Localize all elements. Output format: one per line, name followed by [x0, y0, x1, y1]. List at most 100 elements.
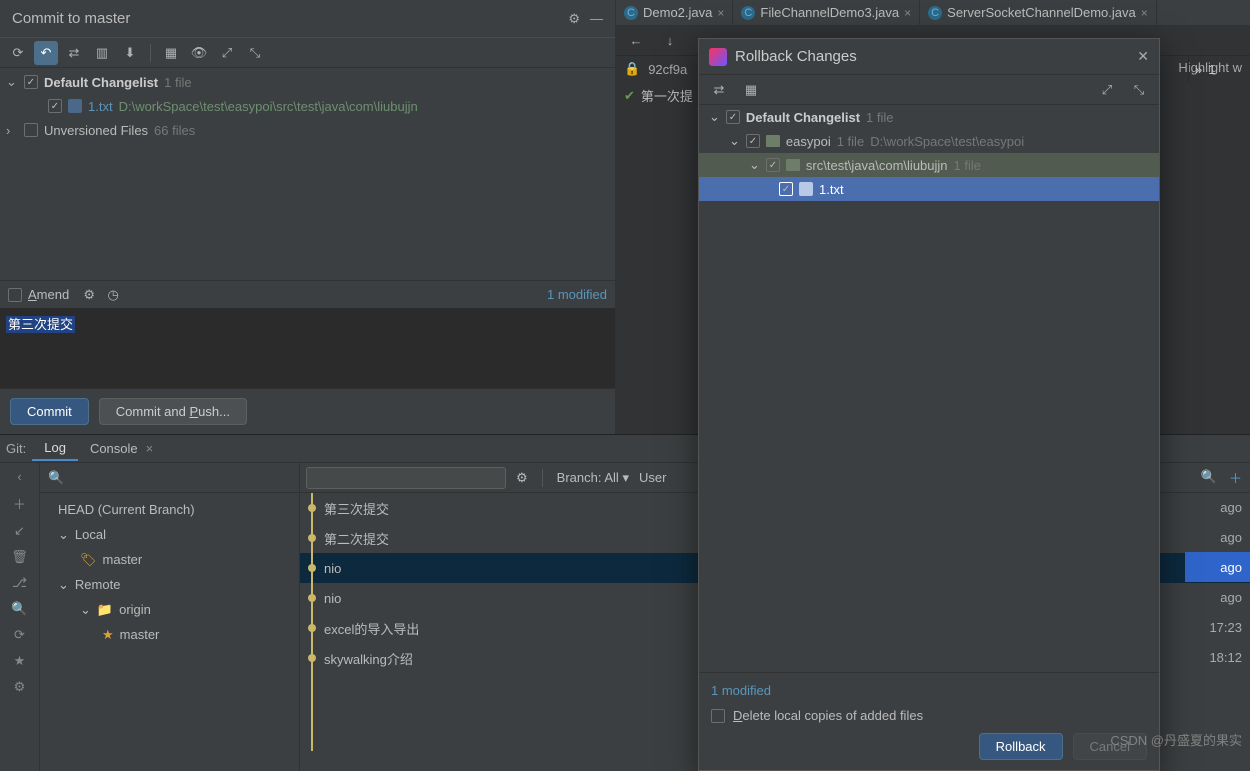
chevron-down-icon[interactable]: ⌄ — [749, 157, 760, 173]
gear-icon[interactable]: ⚙ — [14, 679, 26, 695]
tab-filechannel3[interactable]: CFileChannelDemo3.java× — [733, 0, 920, 25]
project-row[interactable]: ⌄ easypoi 1 file D:\workSpace\test\easyp… — [699, 129, 1159, 153]
refresh-icon[interactable]: ⟳ — [6, 41, 30, 65]
diff-icon[interactable]: ⇄ — [707, 78, 731, 102]
head-row[interactable]: HEAD (Current Branch) — [40, 497, 299, 522]
preview-icon[interactable]: 👁 — [187, 41, 211, 65]
shelve-icon[interactable]: ⬇ — [118, 41, 142, 65]
project-count: 1 file — [837, 134, 864, 149]
line-count: 1 — [1208, 62, 1215, 77]
pull-icon[interactable]: ↙ — [14, 523, 25, 539]
package-row[interactable]: ⌄ src\test\java\com\liubujjn 1 file — [699, 153, 1159, 177]
branch-icon[interactable]: ⎇ — [12, 575, 27, 591]
time-cell: ago — [1185, 522, 1250, 552]
java-icon: C — [624, 6, 638, 20]
modified-count[interactable]: 1 modified — [547, 287, 607, 302]
close-icon[interactable]: × — [717, 6, 724, 20]
package-name: src\test\java\com\liubujjn — [806, 158, 948, 173]
back-icon[interactable]: ‹ — [17, 469, 21, 484]
commit-message-text: 第三次提交 — [6, 316, 75, 333]
group-icon[interactable]: ▦ — [159, 41, 183, 65]
commit-button[interactable]: Commit — [10, 398, 89, 425]
delete-icon[interactable]: 🗑 — [11, 549, 28, 565]
tab-label: ServerSocketChannelDemo.java — [947, 5, 1136, 20]
expand-icon[interactable]: ⤢ — [1095, 78, 1119, 102]
checkbox[interactable] — [779, 182, 793, 196]
file-row[interactable]: 1.txt — [699, 177, 1159, 201]
search-icon[interactable]: 🔍 — [11, 601, 27, 617]
dialog-title: Rollback Changes — [735, 48, 1129, 65]
diff-icon[interactable]: ⇄ — [62, 41, 86, 65]
remote-row[interactable]: ⌄Remote — [40, 572, 299, 597]
checkbox[interactable] — [24, 123, 38, 137]
collapse-icon[interactable]: ⤡ — [243, 41, 267, 65]
search-icon[interactable]: 🔍 — [1201, 469, 1217, 485]
commit-push-button[interactable]: Commit and Push... — [99, 398, 247, 425]
checkbox[interactable] — [48, 99, 62, 113]
tab-demo2[interactable]: CDemo2.java× — [616, 0, 733, 25]
chevron-down-icon[interactable]: ⌄ — [6, 74, 18, 90]
collapse-icon[interactable]: ⤡ — [1127, 78, 1151, 102]
nav-down-icon[interactable]: ↓ — [658, 29, 682, 53]
add-icon[interactable]: ＋ — [13, 494, 26, 513]
modified-link[interactable]: 1 modified — [711, 683, 1147, 698]
amend-checkbox[interactable] — [8, 288, 22, 302]
changelist-row[interactable]: ⌄ Default Changelist 1 file — [699, 105, 1159, 129]
tab-console[interactable]: Console — [78, 437, 150, 460]
checkbox[interactable] — [24, 75, 38, 89]
changelist-row[interactable]: ⌄ Default Changelist 1 file — [0, 70, 615, 94]
checkbox[interactable] — [726, 110, 740, 124]
unversioned-row[interactable]: › Unversioned Files 66 files — [0, 118, 615, 142]
gear-icon[interactable]: ⚙ — [568, 11, 580, 27]
nav-back-icon[interactable]: ← — [624, 29, 648, 53]
changelist-count: 1 file — [164, 75, 191, 90]
chevron-down-icon[interactable]: ⌄ — [729, 133, 740, 149]
chevron-down-icon[interactable]: ⌄ — [709, 109, 720, 125]
time-cell: 17:23 — [1185, 612, 1250, 642]
rollback-dialog: Rollback Changes ✕ ⇄ ▦ ⤢ ⤡ ⌄ Default Cha… — [698, 38, 1160, 771]
branch-filter[interactable]: Branch: All ▾ — [557, 470, 629, 486]
add-icon[interactable]: ＋ — [1229, 468, 1242, 487]
close-icon[interactable]: × — [146, 441, 154, 456]
close-icon[interactable]: × — [1141, 6, 1148, 20]
close-icon[interactable]: ✕ — [1137, 48, 1149, 65]
changelist-count: 1 file — [866, 110, 893, 125]
tab-log[interactable]: Log — [32, 436, 78, 461]
editor-tabs: CDemo2.java× CFileChannelDemo3.java× C Se… — [616, 0, 1250, 26]
time-cell: 18:12 — [1185, 642, 1250, 672]
minimize-icon[interactable]: — — [590, 11, 603, 27]
editor-gutter: » 1 — [1188, 56, 1250, 82]
tab-serversocket[interactable]: CServerSocketChannelDemo.java× — [920, 0, 1157, 25]
unversioned-label: Unversioned Files — [44, 123, 148, 138]
file-icon — [799, 182, 813, 196]
close-icon[interactable]: × — [904, 6, 911, 20]
group-icon[interactable]: ▦ — [739, 78, 763, 102]
star-icon[interactable]: ★ — [14, 653, 26, 669]
chevron-right-icon[interactable]: › — [6, 123, 18, 138]
rollback-button[interactable]: Rollback — [979, 733, 1063, 760]
rollback-icon[interactable]: ↶ — [34, 41, 58, 65]
origin-master[interactable]: ★master — [40, 622, 299, 647]
expand-icon[interactable]: ⤢ — [215, 41, 239, 65]
chevrons-icon[interactable]: » — [1195, 62, 1202, 77]
local-master[interactable]: 🏷master — [40, 547, 299, 572]
rollback-tree: ⌄ Default Changelist 1 file ⌄ easypoi 1 … — [699, 105, 1159, 673]
history-icon[interactable]: ◷ — [101, 283, 125, 307]
watermark: CSDN @丹盛夏的果实 — [1110, 730, 1242, 749]
origin-row[interactable]: ⌄📁origin — [40, 597, 299, 622]
commit-message-input[interactable]: 第三次提交 — [0, 308, 615, 388]
file-row[interactable]: 1.txt D:\workSpace\test\easypoi\src\test… — [0, 94, 615, 118]
star-icon: ★ — [102, 627, 114, 643]
checkbox[interactable] — [746, 134, 760, 148]
log-search-input[interactable] — [306, 467, 506, 489]
branch-search[interactable]: 🔍 — [40, 463, 299, 493]
gear-icon[interactable]: ⚙ — [516, 470, 528, 486]
changelist-icon[interactable]: ▥ — [90, 41, 114, 65]
checkbox[interactable] — [766, 158, 780, 172]
user-filter[interactable]: User — [639, 470, 666, 485]
refresh-icon[interactable]: ⟳ — [14, 627, 25, 643]
gear-icon[interactable]: ⚙ — [77, 283, 101, 307]
delete-checkbox[interactable] — [711, 709, 725, 723]
file-name: 1.txt — [88, 99, 113, 114]
local-row[interactable]: ⌄Local — [40, 522, 299, 547]
